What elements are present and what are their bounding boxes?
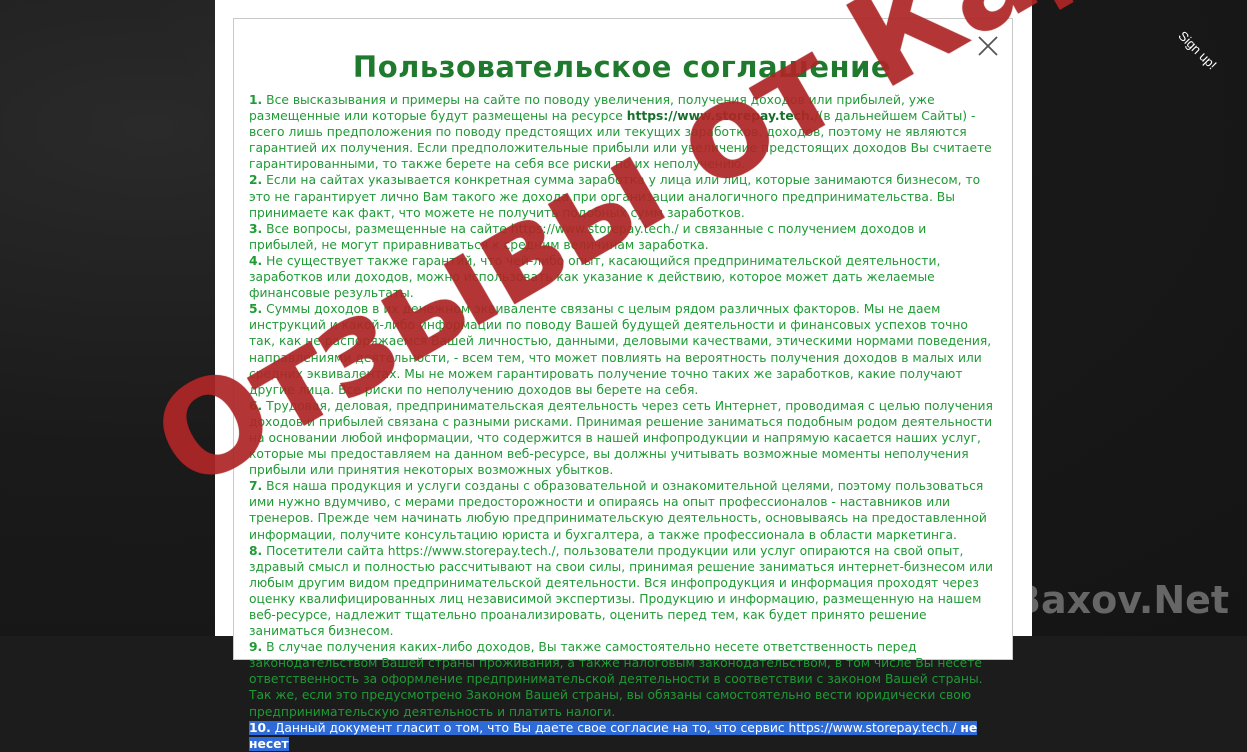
item-text: Не существует также гарантий, что чей-ли… [249, 253, 941, 301]
item-text: Если на сайтах указывается конкретная су… [249, 173, 981, 220]
item-number: 10. [249, 720, 271, 735]
item-text: Посетители сайта https://www.storepay.te… [249, 543, 993, 639]
item-number: 5. [249, 302, 263, 317]
item-text: Трудовая, деловая, предпринимательская д… [249, 398, 993, 478]
item-text: В случае получения каких-либо доходов, В… [249, 640, 983, 719]
item-number: 3. [249, 221, 263, 236]
agreement-item: 5. Суммы доходов в их денежном эквивален… [249, 301, 994, 398]
item-number: 6. [249, 398, 263, 413]
item-number: 2. [249, 173, 263, 188]
site-link[interactable]: https://www.storepay.tech. [627, 109, 815, 123]
agreement-item: 7. Вся наша продукция и услуги созданы с… [249, 478, 994, 542]
agreement-item-selected: 10. Данный документ гласит о том, что Вы… [249, 720, 994, 752]
item-text: Вся наша продукция и услуги созданы с об… [249, 479, 987, 542]
agreement-item: 8. Посетители сайта https://www.storepay… [249, 543, 994, 640]
item-number: 7. [249, 479, 263, 494]
item-text: Суммы доходов в их денежном эквиваленте … [249, 302, 992, 397]
item-text: Все вопросы, размещенные на сайте https:… [249, 221, 927, 252]
item-number: 1. [249, 93, 263, 107]
item-number: 8. [249, 543, 263, 558]
agreement-item: 9. В случае получения каких-либо доходов… [249, 639, 994, 719]
item-text: Данный документ гласит о том, что Вы дае… [270, 720, 961, 735]
selected-text[interactable]: 10. Данный документ гласит о том, что Вы… [249, 720, 978, 751]
item-number: 9. [249, 640, 263, 655]
agreement-text: 1. Все высказывания и примеры на сайте п… [249, 92, 994, 752]
modal-title: Пользовательское соглашение [352, 50, 892, 84]
agreement-item: 4. Не существует также гарантий, что чей… [249, 253, 994, 301]
agreement-item: 6. Трудовая, деловая, предпринимательска… [249, 398, 994, 478]
item-number: 4. [249, 253, 263, 268]
agreement-item: 3. Все вопросы, размещенные на сайте htt… [249, 221, 994, 253]
agreement-item: 1. Все высказывания и примеры на сайте п… [249, 92, 994, 172]
agreement-item: 2. Если на сайтах указывается конкретная… [249, 172, 994, 220]
